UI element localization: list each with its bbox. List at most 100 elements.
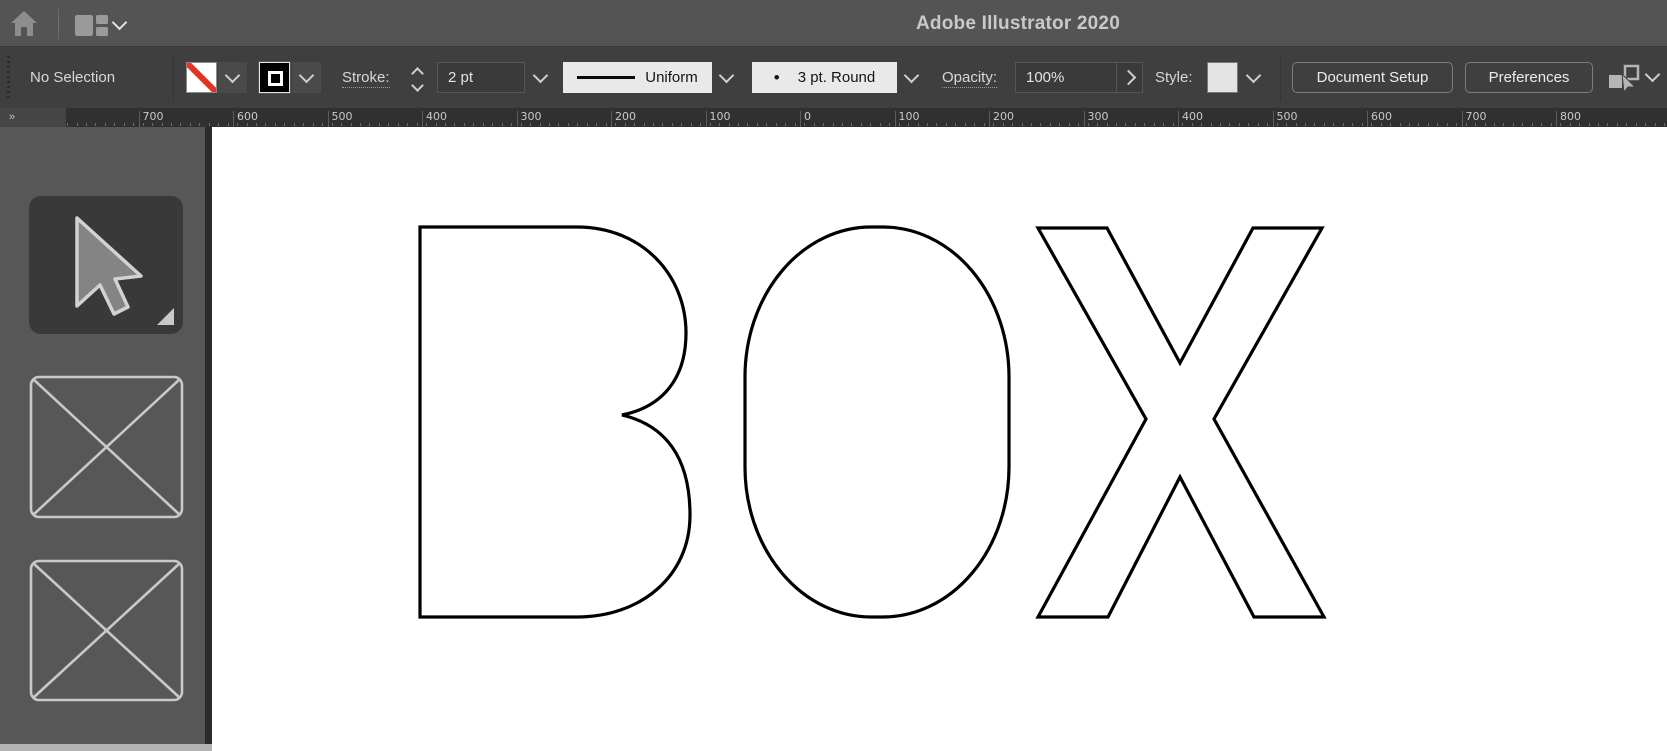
stroke-panel-link[interactable]: Stroke:	[342, 69, 390, 88]
stroke-weight-stepper[interactable]	[405, 62, 429, 93]
opacity-input[interactable]: 100%	[1015, 62, 1117, 93]
tool-placeholder-1[interactable]	[29, 375, 184, 519]
style-label: Style:	[1155, 69, 1193, 86]
ruler-minor-tick	[227, 123, 229, 126]
horizontal-ruler[interactable]: » 700 600 500 400 300 200 100 0 100 200 300 400 500 6…	[0, 108, 1667, 128]
box-artwork[interactable]	[212, 127, 1667, 751]
workspace-chevron-down-icon[interactable]	[111, 14, 128, 31]
ruler-minor-tick	[1078, 123, 1080, 126]
stepper-down-icon	[410, 78, 424, 92]
ruler-minor-tick	[577, 123, 579, 126]
fill-color-dropdown[interactable]	[218, 62, 247, 93]
ruler-minor-tick	[1106, 123, 1108, 126]
fill-color-swatch[interactable]	[186, 62, 217, 93]
ruler-major-tick	[894, 111, 896, 127]
tool-placeholder-2[interactable]	[29, 559, 184, 702]
style-dropdown[interactable]	[1239, 62, 1268, 93]
ruler-minor-tick	[350, 123, 352, 126]
ruler-minor-tick	[1323, 123, 1325, 126]
opacity-presets-button[interactable]	[1117, 62, 1143, 93]
ruler-minor-tick	[1333, 123, 1335, 126]
document-setup-button[interactable]: Document Setup	[1292, 62, 1453, 93]
ruler-minor-tick	[303, 123, 305, 126]
app-title: Adobe Illustrator 2020	[916, 13, 1120, 34]
ruler-minor-tick	[180, 123, 182, 126]
ruler-minor-tick	[1475, 123, 1477, 126]
ruler-minor-tick	[426, 123, 428, 126]
ruler-minor-tick	[492, 123, 494, 126]
stroke-color-dropdown[interactable]	[292, 62, 321, 93]
opacity-panel-link[interactable]: Opacity:	[942, 69, 998, 88]
ruler-minor-tick	[369, 123, 371, 126]
brush-dot-icon: •	[773, 67, 780, 87]
ruler-tick-label: 200	[615, 110, 636, 123]
ruler-minor-tick	[170, 123, 172, 126]
preferences-button[interactable]: Preferences	[1465, 62, 1593, 93]
selection-tool-button[interactable]	[29, 196, 183, 334]
stepper-up-icon	[410, 66, 424, 80]
ruler-minor-tick	[1068, 123, 1070, 126]
ruler-minor-tick	[709, 123, 711, 126]
ruler-minor-tick	[1541, 123, 1543, 126]
isolate-selected-object-icon[interactable]	[1605, 64, 1643, 92]
ruler-minor-tick	[1588, 123, 1590, 126]
stroke-weight-input[interactable]: 2 pt	[437, 62, 525, 93]
panel-overflow-indicator[interactable]: »	[0, 108, 66, 127]
ruler-minor-tick	[1314, 123, 1316, 126]
ruler-minor-tick	[1531, 123, 1533, 126]
ruler-major-tick	[1083, 111, 1085, 127]
ruler-minor-tick	[482, 123, 484, 126]
ruler-minor-tick	[388, 123, 390, 126]
ruler-minor-tick	[539, 123, 541, 126]
ruler-major-tick	[233, 111, 234, 127]
ruler-minor-tick	[293, 123, 295, 126]
ruler-minor-tick	[1654, 123, 1656, 126]
brush-definition-button[interactable]: • 3 pt. Round	[752, 62, 897, 93]
brush-dropdown[interactable]	[897, 62, 926, 93]
profile-dropdown[interactable]	[712, 62, 741, 93]
illustrator-window: Adobe Illustrator 2020 No Selection Stro…	[0, 0, 1667, 751]
artboard-canvas[interactable]	[212, 127, 1667, 751]
ruler-minor-tick	[1645, 123, 1647, 126]
ruler-minor-tick	[284, 123, 286, 126]
ruler-minor-tick	[719, 123, 721, 126]
stroke-color-swatch[interactable]	[258, 61, 291, 94]
separator	[1280, 55, 1281, 101]
ruler-minor-tick	[1607, 123, 1609, 126]
workspace-layout-icon[interactable]	[75, 15, 108, 36]
variable-width-profile-button[interactable]: Uniform	[563, 62, 712, 93]
selection-status: No Selection	[30, 69, 116, 86]
ruler-minor-tick	[738, 123, 739, 126]
chevron-down-icon	[718, 67, 735, 84]
ruler-minor-tick	[1172, 123, 1174, 126]
artwork-letter-B	[418, 225, 692, 619]
home-icon[interactable]	[10, 10, 38, 37]
ruler-minor-tick	[945, 123, 947, 126]
ruler-minor-tick	[1503, 123, 1505, 126]
ruler-minor-tick	[766, 123, 768, 126]
ruler-minor-tick	[520, 123, 522, 126]
ruler-minor-tick	[983, 123, 985, 126]
ruler-minor-tick	[445, 123, 446, 126]
ruler-minor-tick	[1219, 123, 1221, 126]
chevron-down-icon	[298, 67, 315, 84]
ruler-tick-label: 800	[1560, 110, 1581, 123]
panel-drag-handle[interactable]	[7, 56, 10, 100]
ruler-minor-tick	[1512, 123, 1514, 126]
ruler-minor-tick	[142, 123, 144, 126]
artwork-letter-O	[743, 225, 1011, 619]
ruler-minor-tick	[1579, 123, 1580, 126]
ruler-minor-tick	[133, 123, 135, 126]
stroke-weight-dropdown[interactable]	[526, 62, 555, 93]
graphic-style-swatch[interactable]	[1207, 62, 1238, 93]
ruler-minor-tick	[1276, 123, 1278, 126]
control-bar: No Selection Stroke: 2 pt Uniform • 3 pt…	[0, 47, 1667, 109]
ruler-minor-tick	[1437, 123, 1439, 126]
ruler-minor-tick	[530, 123, 531, 126]
chevron-down-icon[interactable]	[1644, 66, 1661, 83]
ruler-tick-label: 0	[804, 110, 811, 123]
ruler-minor-tick	[256, 123, 257, 126]
ruler-minor-tick	[955, 123, 957, 126]
ruler-minor-tick	[1550, 123, 1552, 126]
tools-panel	[0, 127, 205, 751]
